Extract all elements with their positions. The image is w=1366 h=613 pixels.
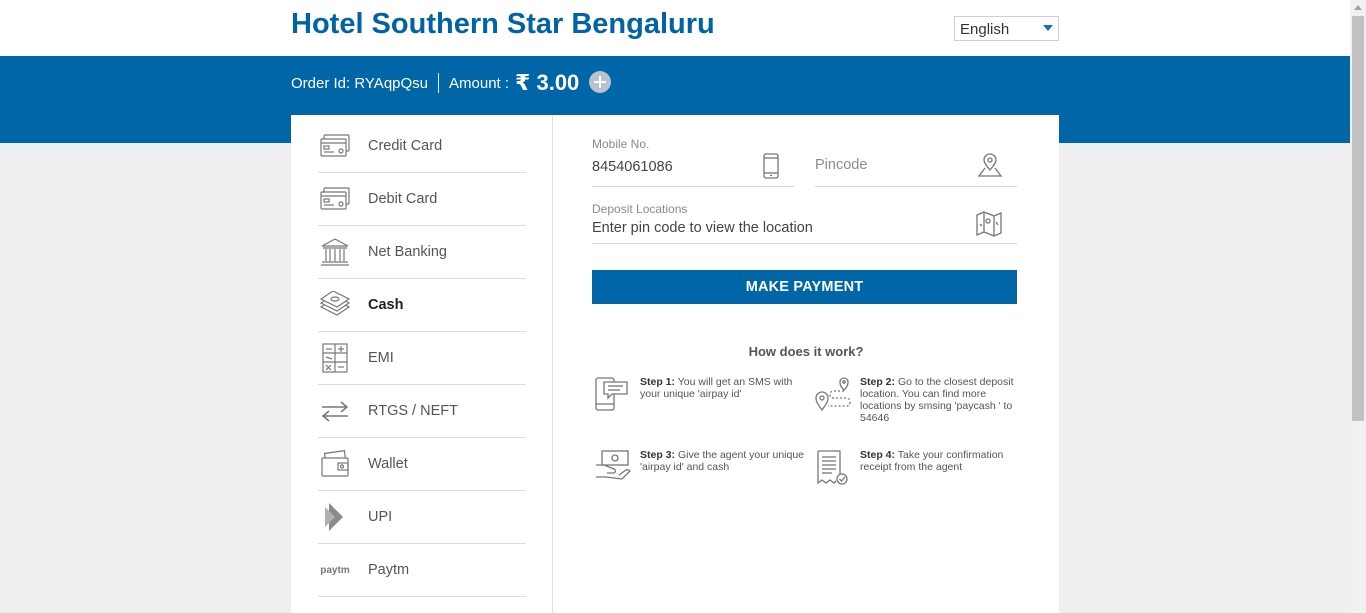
- step-1: Step 1: You will get an SMS with your un…: [594, 376, 805, 416]
- language-selected-value: English: [960, 21, 1010, 38]
- step-2-head: Step 2:: [860, 376, 896, 388]
- sidebar-item-label: Wallet: [368, 456, 408, 472]
- step-2: Step 2: Go to the closest deposit locati…: [814, 376, 1025, 424]
- mobile-label: Mobile No.: [592, 137, 650, 151]
- bank-icon: [318, 236, 352, 268]
- order-id: Order Id: RYAqpQsu: [291, 74, 429, 92]
- make-payment-button[interactable]: MAKE PAYMENT: [592, 270, 1017, 304]
- pincode-input[interactable]: Pincode: [815, 157, 867, 173]
- debit-card-icon: [318, 183, 352, 215]
- amount-value: ₹ 3.00: [515, 70, 580, 95]
- mobile-phone-icon: [762, 153, 780, 184]
- order-info: Order Id: RYAqpQsu Amount : ₹ 3.00: [291, 70, 612, 95]
- page-title: Hotel Southern Star Bengaluru: [291, 8, 715, 40]
- sidebar-item-net-banking[interactable]: Net Banking: [318, 226, 526, 279]
- sidebar-item-paytm[interactable]: paytm Paytm: [318, 544, 526, 597]
- deposit-locations-input[interactable]: Enter pin code to view the location: [592, 220, 813, 236]
- page-scrollbar[interactable]: [1350, 0, 1366, 613]
- sidebar-item-label: EMI: [368, 350, 394, 366]
- payment-panel: Credit Card Debit Card Net Banking Cash …: [291, 115, 1059, 613]
- sidebar-item-label: Credit Card: [368, 138, 443, 154]
- payment-method-sidebar: Credit Card Debit Card Net Banking Cash …: [291, 115, 553, 613]
- step-4-head: Step 4:: [860, 449, 896, 461]
- cash-payment-form: Mobile No. 8454061086 Pincode Deposit Lo…: [553, 115, 1059, 613]
- language-select[interactable]: English: [954, 16, 1059, 41]
- amount-label: Amount :: [449, 74, 510, 92]
- mobile-underline: [592, 186, 794, 187]
- step-1-text: Step 1: You will get an SMS with your un…: [640, 376, 805, 416]
- sidebar-item-wallet[interactable]: Wallet: [318, 438, 526, 491]
- deposit-locations-label: Deposit Locations: [592, 202, 688, 216]
- location-pin-icon: [977, 152, 1003, 183]
- expand-details-button[interactable]: [589, 71, 612, 93]
- sidebar-item-credit-card[interactable]: Credit Card: [318, 120, 526, 173]
- step-4-text: Step 4: Take your confirmation receipt f…: [860, 449, 1025, 489]
- sidebar-item-label: Debit Card: [368, 191, 438, 207]
- sidebar-item-label: UPI: [368, 509, 393, 525]
- receipt-check-icon: [814, 449, 854, 489]
- transfer-arrows-icon: [318, 395, 352, 427]
- sidebar-item-debit-card[interactable]: Debit Card: [318, 173, 526, 226]
- route-pins-icon: [814, 376, 854, 416]
- step-1-head: Step 1:: [640, 376, 676, 388]
- calculator-icon: [318, 342, 352, 374]
- sidebar-item-label: Net Banking: [368, 244, 447, 260]
- credit-card-icon: [318, 130, 352, 162]
- order-divider: [438, 73, 440, 93]
- wallet-icon: [318, 448, 352, 480]
- how-it-works-title: How does it work?: [748, 344, 864, 359]
- step-3-text: Step 3: Give the agent your unique 'airp…: [640, 449, 805, 489]
- sidebar-item-label: RTGS / NEFT: [368, 403, 458, 419]
- paytm-logo-text: paytm: [320, 564, 350, 576]
- step-3-head: Step 3:: [640, 449, 676, 461]
- sms-phone-icon: [594, 376, 634, 416]
- map-icon: [975, 210, 1003, 243]
- deposit-underline: [592, 243, 1017, 244]
- top-header: Hotel Southern Star Bengaluru English: [0, 0, 1350, 56]
- step-4: Step 4: Take your confirmation receipt f…: [814, 449, 1025, 489]
- step-2-text: Step 2: Go to the closest deposit locati…: [860, 376, 1025, 424]
- sidebar-item-cash[interactable]: Cash: [318, 279, 526, 332]
- chevron-down-icon: [1043, 25, 1053, 31]
- scrollbar-thumb[interactable]: [1352, 16, 1364, 421]
- sidebar-item-emi[interactable]: EMI: [318, 332, 526, 385]
- cash-icon: [318, 289, 352, 321]
- sidebar-item-rtgs-neft[interactable]: RTGS / NEFT: [318, 385, 526, 438]
- upi-icon: [318, 501, 352, 533]
- sidebar-item-label: Paytm: [368, 562, 410, 578]
- pincode-underline: [815, 186, 1017, 187]
- sidebar-item-upi[interactable]: UPI: [318, 491, 526, 544]
- scroll-up-arrow-icon[interactable]: [1354, 5, 1362, 10]
- step-3: Step 3: Give the agent your unique 'airp…: [594, 449, 805, 489]
- sidebar-item-label: Cash: [368, 297, 404, 313]
- cash-handover-icon: [594, 449, 634, 489]
- mobile-input[interactable]: 8454061086: [592, 159, 673, 175]
- paytm-icon: paytm: [318, 554, 352, 586]
